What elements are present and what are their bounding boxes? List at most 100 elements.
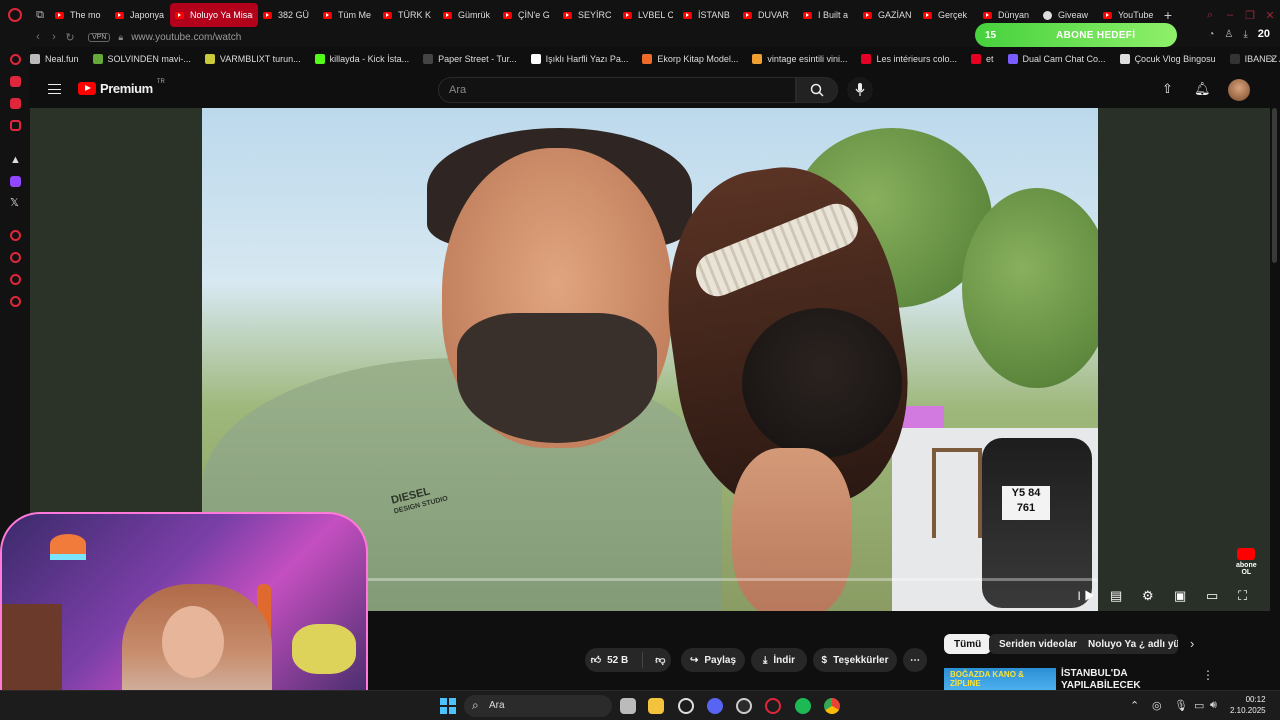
menu-icon[interactable] — [48, 84, 61, 94]
fullscreen-icon[interactable]: ⛶ — [1238, 588, 1247, 604]
twitch-icon[interactable] — [10, 176, 21, 187]
tab[interactable]: ÇİN'e G — [498, 3, 558, 27]
opera-gx-icon[interactable] — [765, 698, 781, 714]
obs-icon[interactable] — [678, 698, 694, 714]
miniplayer-icon[interactable]: ▣ — [1174, 588, 1186, 604]
tab-active[interactable]: Noluyo Ya Misar — [170, 3, 258, 27]
share-button[interactable]: ↪ Paylaş — [681, 648, 745, 672]
back-icon[interactable]: ‹ — [30, 31, 46, 43]
search-button[interactable] — [796, 77, 838, 103]
bookmark-item[interactable]: Paper Street - Tur... — [423, 54, 517, 64]
bookmark-item[interactable]: SOLVINDEN mavi-... — [92, 54, 191, 64]
settings-gear-icon[interactable]: ⚙ — [1142, 588, 1154, 604]
task-view-icon[interactable] — [620, 698, 636, 714]
volume-icon[interactable]: 🔊︎ — [1210, 699, 1217, 712]
bookmark-item[interactable]: killayda - Kick İsta... — [314, 54, 409, 64]
tab[interactable]: İSTANB — [678, 3, 738, 27]
messenger-icon[interactable] — [10, 98, 21, 109]
thumbs-down-icon[interactable]: 👎︎ — [655, 654, 665, 666]
tab[interactable]: I Built a — [798, 3, 858, 27]
opera-menu-button[interactable] — [0, 0, 30, 30]
tab-count[interactable]: 20 — [1258, 28, 1270, 40]
tray-app-icon[interactable]: ◎ — [1152, 699, 1162, 712]
chevron-right-icon[interactable]: › — [1190, 636, 1194, 651]
youtube-premium-logo[interactable]: Premium TR — [78, 79, 165, 96]
subscribe-watermark[interactable]: abone OL — [1236, 548, 1257, 576]
tab[interactable]: DUVAR — [738, 3, 798, 27]
system-clock[interactable]: 00:12 2.10.2025 — [1230, 694, 1266, 716]
close-icon[interactable]: ✕ — [1260, 9, 1280, 22]
minimize-icon[interactable]: – — [1220, 9, 1240, 21]
notifications-bell-icon[interactable]: 🔔︎ — [1194, 81, 1211, 97]
x-icon[interactable]: 𝕏 — [10, 196, 21, 209]
theater-mode-icon[interactable]: ▭ — [1206, 588, 1218, 604]
bookmark-item[interactable]: Neal.fun — [30, 54, 79, 64]
profile-icon[interactable]: ♙ — [1224, 29, 1233, 40]
download-button[interactable]: ⤓ İndir — [751, 648, 807, 672]
bookmarks-overflow-icon[interactable]: › — [1270, 51, 1274, 65]
tab[interactable]: LVBEL C — [618, 3, 678, 27]
network-icon[interactable]: ▭ — [1194, 699, 1204, 712]
autoplay-toggle-icon[interactable]: ⏽▶ — [1074, 588, 1095, 604]
taskbar-search[interactable]: Ara — [464, 695, 612, 717]
snapshot-icon[interactable]: ◔ — [1208, 29, 1214, 40]
maximize-icon[interactable]: ❐ — [1240, 9, 1260, 22]
avatar[interactable] — [1228, 79, 1250, 101]
bookmark-item[interactable]: Çocuk Vlog Bingosu — [1119, 54, 1216, 64]
tab[interactable]: TÜRK K — [378, 3, 438, 27]
extensions-icon[interactable] — [10, 274, 21, 285]
chip-series[interactable]: Seriden videolar — [989, 634, 1087, 654]
tray-chevron-icon[interactable]: ⌃ — [1130, 699, 1139, 712]
windows-start-button[interactable] — [440, 698, 456, 714]
tab[interactable]: Japonya — [110, 3, 170, 27]
steam-icon[interactable] — [736, 698, 752, 714]
bookmark-item[interactable]: Işıklı Harfli Yazı Pa... — [530, 54, 628, 64]
tab[interactable]: 382 GÜ — [258, 3, 318, 27]
bookmark-item[interactable]: Dual Cam Chat Co... — [1007, 54, 1106, 64]
page-scrollbar[interactable] — [1272, 108, 1277, 263]
bookmark-item[interactable]: Les intérieurs colo... — [861, 54, 957, 64]
upload-icon[interactable]: ⇧ — [1162, 81, 1173, 97]
chip-uploads[interactable]: Noluyo Ya ¿ adlı yükle — [1078, 634, 1178, 654]
thanks-button[interactable]: $ Teşekkürler — [813, 648, 897, 672]
aria-icon[interactable] — [10, 54, 21, 65]
subtitles-icon[interactable]: ▤ — [1110, 588, 1122, 604]
tab[interactable]: Gerçek — [918, 3, 978, 27]
new-tab-button[interactable]: + — [1158, 7, 1178, 23]
player-icon[interactable] — [10, 230, 21, 241]
download-icon[interactable]: ⤓ — [1243, 29, 1247, 40]
more-options-icon[interactable]: ⋮ — [1202, 668, 1214, 682]
bookmark-item[interactable]: et — [971, 54, 994, 64]
tab[interactable]: GAZİAN — [858, 3, 918, 27]
lock-icon[interactable]: 🔒︎ — [118, 32, 123, 43]
chrome-icon[interactable] — [824, 698, 840, 714]
microphone-tray-icon[interactable]: 🎙︎ — [1174, 699, 1188, 712]
search-input[interactable]: Ara — [438, 77, 796, 103]
reload-icon[interactable]: ↻ — [62, 31, 78, 44]
file-explorer-icon[interactable] — [648, 698, 664, 714]
search-tabs-icon[interactable]: ⌕ — [1200, 9, 1220, 22]
forward-icon[interactable]: › — [46, 31, 62, 43]
briefcase-icon[interactable] — [10, 76, 21, 87]
tab[interactable]: The mo — [50, 3, 110, 27]
tab[interactable]: SEYİRC — [558, 3, 618, 27]
tab[interactable]: Gümrük — [438, 3, 498, 27]
settings-icon[interactable] — [10, 296, 21, 307]
vpn-badge[interactable]: VPN — [88, 32, 111, 42]
voice-search-button[interactable] — [847, 77, 873, 103]
like-button[interactable]: 👍︎ 52 B 👎︎ — [585, 648, 671, 672]
spotify-icon[interactable] — [795, 698, 811, 714]
history-icon[interactable] — [10, 252, 21, 263]
bookmark-item[interactable]: Ekorp Kitap Model... — [642, 54, 738, 64]
tab-menu-icon[interactable]: ⧉ — [30, 0, 50, 30]
discord-icon[interactable] — [707, 698, 723, 714]
bookmark-item[interactable]: VARMBLIXT turun... — [204, 54, 301, 64]
url-field[interactable]: www.youtube.com/watch — [131, 32, 241, 43]
recommendation-thumbnail[interactable]: BOĞAZDA KANO & ZİPLINE — [944, 668, 1056, 692]
chip-all[interactable]: Tümü — [944, 634, 992, 654]
more-actions-button[interactable]: ⋯ — [903, 648, 927, 672]
tab[interactable]: Tüm Me — [318, 3, 378, 27]
tiktok-icon[interactable]: ▲ — [10, 154, 21, 166]
bookmark-item[interactable]: vintage esintili vini... — [752, 54, 847, 64]
vk-icon[interactable] — [10, 120, 21, 131]
